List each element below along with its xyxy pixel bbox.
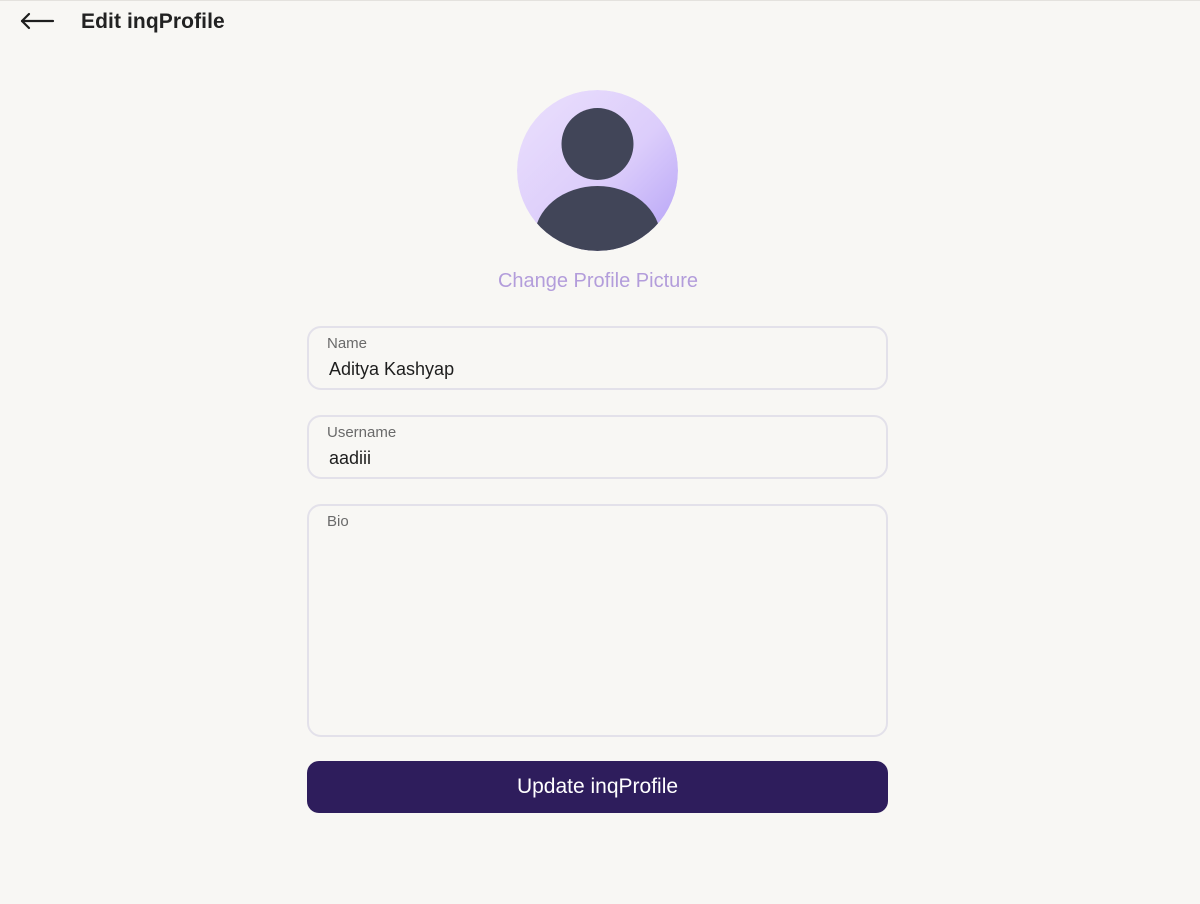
arrow-left-icon: [20, 12, 55, 30]
name-input[interactable]: [329, 357, 869, 381]
bio-field[interactable]: Bio: [307, 504, 888, 737]
page-title: Edit inqProfile: [81, 10, 225, 33]
change-profile-picture-link[interactable]: Change Profile Picture: [0, 269, 1196, 293]
header: Edit inqProfile: [0, 1, 1200, 43]
name-field[interactable]: Name: [307, 326, 888, 390]
update-profile-button[interactable]: Update inqProfile: [307, 761, 888, 813]
edit-profile-page: Edit inqProfile Change Profile Picture N…: [0, 0, 1200, 904]
username-input[interactable]: [329, 446, 869, 470]
avatar[interactable]: [517, 90, 678, 251]
bio-textarea[interactable]: [329, 538, 869, 726]
username-label: Username: [327, 424, 397, 441]
bio-label: Bio: [327, 513, 349, 530]
back-button[interactable]: [18, 8, 56, 34]
user-silhouette-icon: [517, 90, 678, 251]
username-field[interactable]: Username: [307, 415, 888, 479]
name-label: Name: [327, 335, 368, 352]
